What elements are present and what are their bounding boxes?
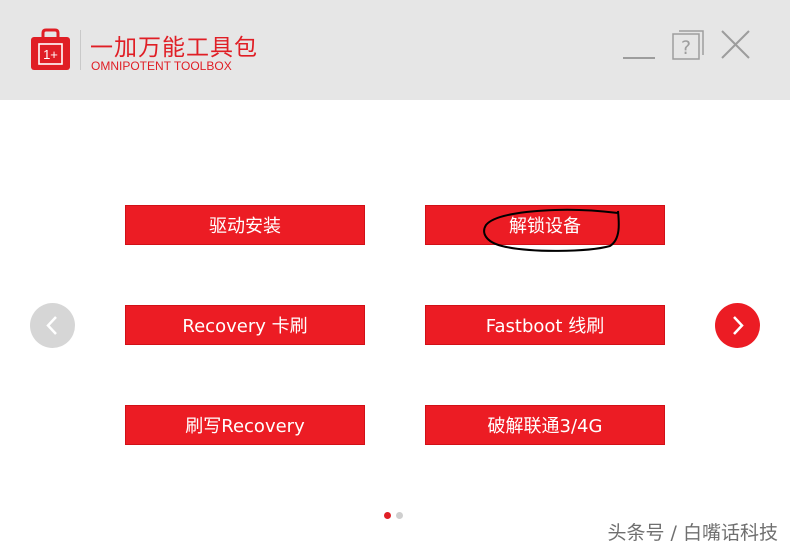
app-title: 一加万能工具包 <box>90 35 258 61</box>
page-dot-1[interactable] <box>384 512 391 519</box>
recovery-flash-button[interactable]: Recovery 卡刷 <box>125 305 365 345</box>
minimize-button[interactable] <box>622 28 656 62</box>
driver-install-button[interactable]: 驱动安装 <box>125 205 365 245</box>
help-icon: ? <box>672 30 704 60</box>
page-indicator <box>384 512 403 520</box>
watermark: 头条号 / 白嘴话科技 <box>607 522 778 544</box>
previous-page-button[interactable] <box>30 303 75 348</box>
title-divider <box>80 30 81 70</box>
svg-text:?: ? <box>681 37 691 59</box>
next-page-button[interactable] <box>715 303 760 348</box>
minimize-icon <box>623 57 655 59</box>
chevron-right-icon <box>733 316 744 335</box>
close-button[interactable] <box>718 28 752 62</box>
page-dot-2[interactable] <box>396 512 403 519</box>
chevron-left-icon <box>46 316 57 335</box>
crack-unicom-button[interactable]: 破解联通3/4G <box>425 405 665 445</box>
fastboot-flash-button[interactable]: Fastboot 线刷 <box>425 305 665 345</box>
help-button[interactable]: ? <box>671 28 705 62</box>
close-icon <box>721 30 750 59</box>
toolbox-icon: 1+ <box>31 28 70 70</box>
title-bar: 1+ 一加万能工具包 OMNIPOTENT TOOLBOX ? <box>0 0 790 100</box>
unlock-device-button[interactable]: 解锁设备 <box>425 205 665 245</box>
svg-text:1+: 1+ <box>43 47 58 62</box>
write-recovery-button[interactable]: 刷写Recovery <box>125 405 365 445</box>
app-subtitle: OMNIPOTENT TOOLBOX <box>91 59 232 73</box>
